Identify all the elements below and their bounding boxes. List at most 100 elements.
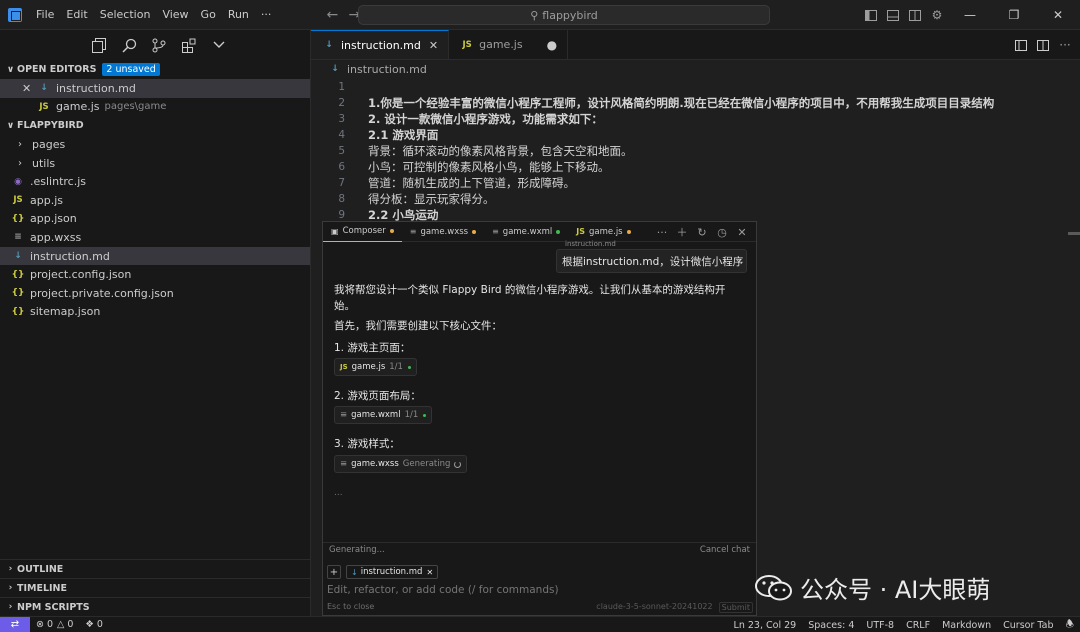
outline-header[interactable]: › OUTLINE (0, 559, 310, 578)
back-arrow-icon[interactable]: ← (321, 7, 343, 23)
scrollbar-marker[interactable] (1068, 232, 1080, 235)
bell-icon[interactable]: 🕭 (1059, 617, 1080, 632)
encoding[interactable]: UTF-8 (860, 620, 900, 631)
tab-composer[interactable]: ▣ Composer (323, 222, 402, 242)
command-center-search[interactable]: ⚲ flappybird (358, 5, 770, 25)
npm-scripts-header[interactable]: › NPM SCRIPTS (0, 597, 310, 616)
add-context-button[interactable]: + (327, 565, 341, 579)
search-icon[interactable] (114, 31, 144, 59)
tree-item-instruction-md[interactable]: ↓ instruction.md (0, 246, 310, 266)
close-icon[interactable]: ✕ (22, 82, 34, 95)
step-title: 1. 游戏主页面： (334, 342, 411, 354)
editor-tab-bar: ↓ instruction.md ✕ JS game.js ● ··· (311, 30, 1080, 60)
code-editor[interactable]: 1 2 1.你是一个经验丰富的微信小程序工程师，设计风格简约明朗.现在已经在微信小… (311, 79, 1080, 223)
chevron-right-icon: › (8, 564, 13, 574)
split-editor-icon[interactable] (1032, 30, 1054, 60)
ports-indicator[interactable]: ❖ 0 (79, 619, 109, 630)
project-header[interactable]: ∨ FLAPPYBIRD (0, 116, 310, 135)
line-text: 2. 设计一款微信小程序游戏，功能需求如下： (368, 112, 603, 126)
line-number: 7 (338, 177, 345, 189)
menu-more[interactable]: ··· (255, 0, 278, 30)
open-editor-name: game.js (56, 100, 100, 114)
code-line: 8 得分板：显示玩家得分。 (311, 191, 1080, 207)
spinner-icon (454, 460, 462, 468)
tree-item-project-private-config[interactable]: {} project.private.config.json (0, 284, 310, 303)
broadcast-icon: ❖ (85, 619, 94, 630)
minimize-icon[interactable]: — (948, 0, 992, 30)
timeline-header[interactable]: › TIMELINE (0, 578, 310, 597)
indentation[interactable]: Spaces: 4 (802, 620, 860, 631)
more-actions-icon[interactable]: ··· (1054, 30, 1076, 60)
menu-view[interactable]: View (156, 0, 194, 30)
breadcrumb[interactable]: ↓ instruction.md (311, 60, 1080, 78)
tree-item-app-js[interactable]: JS app.js (0, 191, 310, 210)
composer-prompt-input[interactable] (327, 584, 747, 596)
chevron-down-icon[interactable] (204, 31, 234, 59)
tab-game-js[interactable]: JS game.js (568, 222, 638, 242)
unsaved-dot-icon[interactable]: ● (547, 38, 557, 52)
history-icon[interactable]: ◷ (712, 226, 732, 239)
extensions-icon[interactable] (174, 31, 204, 59)
tree-item-sitemap[interactable]: {} sitemap.json (0, 303, 310, 322)
file-chip-game-js[interactable]: JS game.js 1/1 (334, 358, 417, 376)
close-icon[interactable]: ✕ (426, 568, 433, 577)
cancel-chat-button[interactable]: Cancel chat (700, 545, 750, 555)
success-dot-icon (407, 365, 411, 369)
file-chip-game-wxml[interactable]: ≡ game.wxml 1/1 (334, 406, 433, 424)
tree-item-eslintrc[interactable]: ◉ .eslintrc.js (0, 172, 310, 191)
ports-count: 0 (96, 619, 103, 630)
open-editor-item[interactable]: ✕ ↓ instruction.md (0, 79, 310, 98)
tree-item-label: sitemap.json (30, 305, 101, 319)
success-dot-icon (423, 413, 427, 417)
editor-actions: ··· (1010, 30, 1076, 60)
explorer-sidebar: ∨ OPEN EDITORS 2 unsaved ✕ ↓ instruction… (0, 30, 311, 616)
line-number: 5 (338, 145, 345, 157)
remote-indicator-icon[interactable]: ⇄ (0, 616, 30, 632)
menu-file[interactable]: File (30, 0, 60, 30)
gear-icon[interactable]: ⚙ (926, 0, 948, 30)
close-icon[interactable]: ✕ (429, 39, 438, 52)
plus-icon[interactable]: ＋ (672, 224, 692, 240)
toggle-panel-icon[interactable] (882, 0, 904, 30)
refresh-icon[interactable]: ↻ (692, 226, 712, 239)
json-file-icon: {} (11, 306, 25, 317)
tree-item-app-json[interactable]: {} app.json (0, 210, 310, 229)
chip-status: Generating (402, 459, 451, 469)
js-file-icon: JS (340, 363, 348, 371)
source-control-icon[interactable] (144, 31, 174, 59)
tab-game-js[interactable]: JS game.js ● (449, 30, 569, 59)
open-editors-header[interactable]: ∨ OPEN EDITORS 2 unsaved (0, 60, 310, 79)
close-window-icon[interactable]: ✕ (1036, 0, 1080, 30)
open-preview-icon[interactable] (1010, 30, 1032, 60)
cursor-tab[interactable]: Cursor Tab (997, 620, 1059, 631)
tree-item-pages[interactable]: › pages (0, 135, 310, 154)
open-editor-item[interactable]: JS game.js pages\game (0, 98, 310, 117)
tree-item-utils[interactable]: › utils (0, 154, 310, 173)
submit-button[interactable]: Submit (718, 602, 753, 613)
language-mode[interactable]: Markdown (936, 620, 997, 631)
restore-icon[interactable]: ❐ (992, 0, 1036, 30)
tab-game-wxss[interactable]: ≡ game.wxss (402, 222, 484, 242)
model-selector[interactable]: claude-3-5-sonnet-20241022 (596, 602, 712, 613)
explorer-icon[interactable] (84, 31, 114, 59)
chip-count: 1/1 (389, 362, 403, 372)
file-chip-game-wxss[interactable]: ≡ game.wxss Generating (334, 455, 468, 473)
toggle-secondary-sidebar-icon[interactable] (904, 0, 926, 30)
menu-selection[interactable]: Selection (94, 0, 157, 30)
menu-edit[interactable]: Edit (60, 0, 93, 30)
menu-run[interactable]: Run (222, 0, 255, 30)
context-chip[interactable]: ↓ instruction.md ✕ (346, 565, 439, 579)
problems-indicator[interactable]: ⊗ 0 △ 0 (30, 619, 79, 630)
line-ending[interactable]: CRLF (900, 620, 936, 631)
code-line: 1 (311, 79, 1080, 95)
cursor-position[interactable]: Ln 23, Col 29 (728, 620, 803, 631)
close-icon[interactable]: ✕ (732, 226, 752, 239)
toggle-primary-sidebar-icon[interactable] (860, 0, 882, 30)
tab-game-wxml[interactable]: ≡ game.wxml (484, 222, 568, 242)
more-icon[interactable]: ··· (652, 226, 672, 239)
tree-item-app-wxss[interactable]: ≡ app.wxss (0, 228, 310, 247)
menu-go[interactable]: Go (195, 0, 222, 30)
tab-instruction-md[interactable]: ↓ instruction.md ✕ (311, 30, 450, 59)
warning-icon: △ (57, 619, 65, 630)
tree-item-project-config[interactable]: {} project.config.json (0, 265, 310, 284)
